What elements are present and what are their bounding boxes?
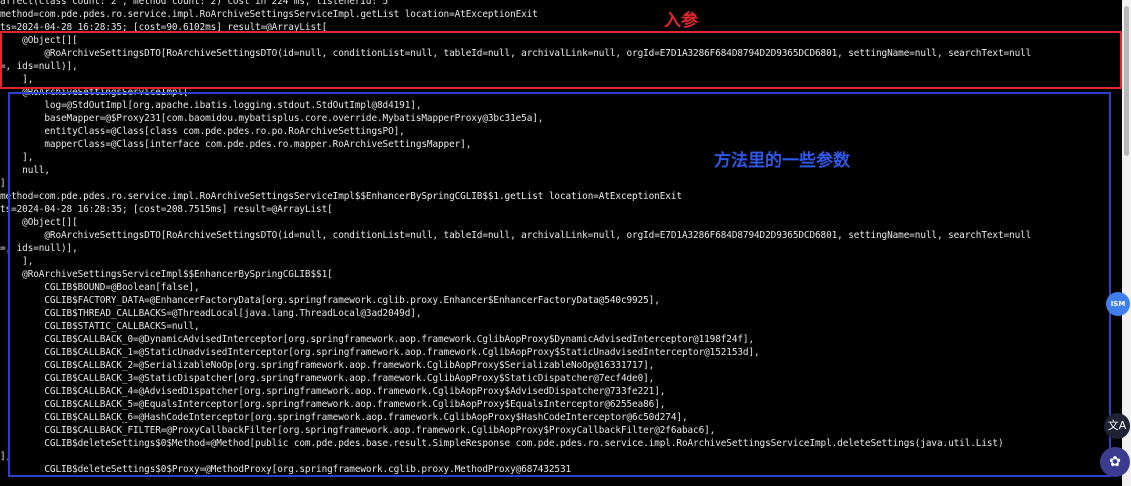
terminal-line: mapperClass=@Class[interface com.pde.pde… [0, 139, 472, 150]
terminal-line: @RoArchiveSettingsDTO[RoArchiveSettingsD… [0, 48, 1032, 59]
terminal-line: CGLIB$BOUND=@Boolean[false], [0, 282, 200, 293]
terminal-line: CGLIB$CALLBACK_5=@EqualsInterceptor[org.… [0, 399, 666, 410]
terminal-line: CGLIB$STATIC_CALLBACKS=null, [0, 321, 200, 332]
terminal-line: ], [0, 74, 34, 85]
terminal-line: @RoArchiveSettingsServiceImpl$$EnhancerB… [0, 269, 333, 280]
terminal-line: log=@StdOutImpl[org.apache.ibatis.loggin… [0, 100, 422, 111]
terminal-line: method=com.pde.pdes.ro.service.impl.RoAr… [0, 191, 682, 202]
scrollbar-thumb[interactable] [1124, 6, 1129, 156]
input-params-highlight-box [0, 31, 1122, 89]
terminal-line: ts=2024-04-28 16:28:35; [cost=90.6102ms]… [0, 22, 328, 33]
terminal-line: =, ids=null)], [0, 61, 78, 72]
terminal-line: CGLIB$deleteSettings$0$Proxy=@MethodProx… [0, 464, 572, 475]
terminal-line: CGLIB$THREAD_CALLBACKS=@ThreadLocal[java… [0, 308, 422, 319]
assistant-icon[interactable]: ✿ [1100, 447, 1130, 477]
terminal-line: ], [0, 152, 34, 163]
terminal-line: affect(class count: 2 , method count: 2)… [0, 0, 389, 7]
terminal-line: ], [0, 256, 34, 267]
terminal-line: baseMapper=@$Proxy231[com.baomidou.mybat… [0, 113, 544, 124]
terminal-line: @Object[][ [0, 35, 78, 46]
terminal-line: ts=2024-04-28 16:28:35; [cost=208.7515ms… [0, 204, 333, 215]
terminal-line: CGLIB$CALLBACK_2=@SerializableNoOp[org.s… [0, 360, 655, 371]
ism-floating-button[interactable]: ISM [1106, 292, 1130, 316]
terminal-line: CGLIB$CALLBACK_1=@StaticUnadvisedInterce… [0, 347, 760, 358]
terminal-line: CGLIB$deleteSettings$0$Method=@Method[pu… [0, 438, 1004, 449]
terminal-line: CGLIB$CALLBACK_0=@DynamicAdvisedIntercep… [0, 334, 755, 345]
terminal-line: CGLIB$CALLBACK_FILTER=@ProxyCallbackFilt… [0, 425, 716, 436]
terminal-line: CGLIB$FACTORY_DATA=@EnhancerFactoryData[… [0, 295, 660, 306]
terminal-line: null, [0, 165, 50, 176]
terminal-line: @RoArchiveSettingsServiceImpl[ [0, 87, 189, 98]
vertical-scrollbar[interactable] [1122, 0, 1131, 486]
terminal-line: CGLIB$CALLBACK_6=@HashCodeInterceptor[or… [0, 412, 688, 423]
method-params-annotation: 方法里的一些参数 [714, 151, 850, 171]
terminal-line: entityClass=@Class[class com.pde.pdes.ro… [0, 126, 405, 137]
terminal-line: CGLIB$CALLBACK_4=@AdvisedDispatcher[org.… [0, 386, 666, 397]
terminal-line: @RoArchiveSettingsDTO[RoArchiveSettingsD… [0, 230, 1032, 241]
terminal-line: method=com.pde.pdes.ro.service.impl.RoAr… [0, 9, 538, 20]
terminal-line: ] [0, 178, 6, 189]
terminal-line: CGLIB$CALLBACK_3=@StaticDispatcher[org.s… [0, 373, 655, 384]
translate-icon[interactable]: 文A [1104, 413, 1130, 439]
terminal-line: @Object[][ [0, 217, 78, 228]
terminal-output: affect(class count: 2 , method count: 2)… [0, 0, 1122, 486]
terminal-line: =, ids=null)], [0, 243, 78, 254]
terminal-line: ], [0, 451, 12, 462]
input-params-annotation: 入参 [664, 11, 698, 31]
